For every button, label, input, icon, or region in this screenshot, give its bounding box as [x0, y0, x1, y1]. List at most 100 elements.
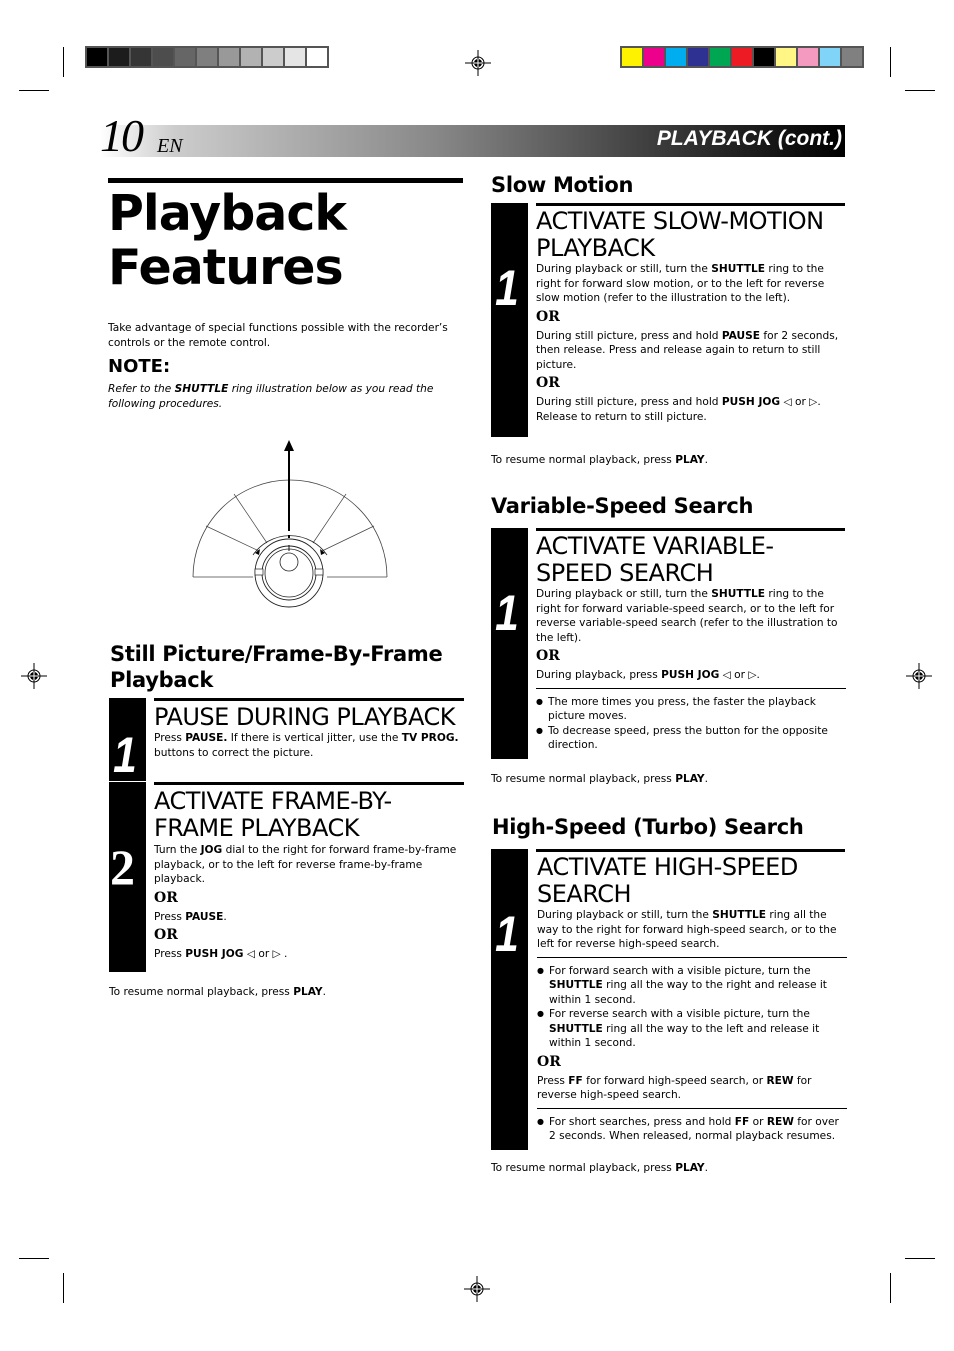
or-label: OR — [536, 375, 560, 391]
button-name: SHUTTLE — [549, 1022, 603, 1035]
center-marker — [288, 535, 290, 538]
color-swatch — [622, 48, 642, 66]
page-title: Playback Features — [108, 185, 347, 295]
button-name: FF — [734, 1115, 750, 1128]
text-part: To resume normal playback, press — [491, 454, 676, 466]
text-part: During playback or still, turn the — [536, 263, 712, 275]
jog-dial-knob — [279, 552, 299, 572]
shuttle-ring-illustration — [192, 440, 388, 608]
step-text: During playback or still, turn the SHUTT… — [537, 908, 847, 952]
step-text: Press PAUSE. — [154, 910, 466, 925]
text-part: Press — [537, 1074, 569, 1087]
step-title: ACTIVATE FRAME-BY-FRAME PLAYBACK — [154, 787, 392, 842]
step-number-badge: 2 — [109, 782, 146, 972]
step-text: Press PAUSE. If there is vertical jitter… — [154, 731, 466, 760]
or-label: OR — [537, 1053, 561, 1070]
text-part: During still picture, press and hold — [536, 329, 722, 342]
crop-mark — [63, 47, 64, 77]
text-part: During still picture, press and hold — [536, 396, 722, 408]
text-part: For reverse search with a visible pictur… — [549, 1008, 810, 1020]
tips-list: For forward search with a visible pictur… — [537, 964, 847, 1051]
intro-text: Take advantage of special functions poss… — [108, 322, 448, 349]
color-swatch — [798, 48, 818, 66]
color-swatch — [644, 48, 664, 66]
step-number-badge: 1 — [491, 849, 528, 1150]
text-part: . — [704, 773, 708, 785]
step-number-badge: 1 — [491, 528, 528, 759]
color-swatch — [732, 48, 752, 66]
tip-item: For forward search with a visible pictur… — [537, 964, 847, 1008]
color-swatch — [688, 48, 708, 66]
page-title-line1: Playback — [108, 185, 347, 242]
or-label: OR — [154, 889, 178, 906]
color-swatch — [307, 48, 327, 66]
color-swatch — [175, 48, 195, 66]
text-part: Turn the — [154, 844, 201, 856]
variable-speed-content: ACTIVATE VARIABLE-SPEED SEARCH During pl… — [536, 533, 846, 753]
tips-list: For short searches, press and hold FF or… — [537, 1115, 847, 1144]
section-title: PLAYBACK (cont.) — [656, 127, 842, 150]
button-name: PLAY — [293, 986, 323, 998]
color-swatch — [87, 48, 107, 66]
language-label: EN — [157, 135, 183, 157]
tip-item: The more times you press, the faster the… — [536, 695, 846, 724]
resume-note: To resume normal playback, press PLAY. — [109, 985, 326, 1000]
note-heading: NOTE: — [108, 356, 171, 377]
slow-motion-content: ACTIVATE SLOW-MOTION PLAYBACK During pla… — [536, 208, 846, 424]
step-number: 2 — [110, 839, 135, 895]
color-swatch — [219, 48, 239, 66]
slow-motion-heading: Slow Motion — [491, 173, 634, 197]
button-name: PLAY — [675, 1162, 705, 1174]
page-number: 10 — [100, 110, 144, 161]
divider — [536, 687, 846, 689]
step-number-badge: 1 — [109, 698, 146, 781]
text-part: ◁ or ▷ . — [243, 948, 288, 960]
step-number: 1 — [495, 585, 519, 641]
or-label: OR — [536, 648, 560, 664]
color-swatch — [710, 48, 730, 66]
step-title: ACTIVATE HIGH-SPEED SEARCH — [537, 853, 798, 908]
color-swatch — [285, 48, 305, 66]
step-rule — [536, 528, 845, 531]
step-number: 1 — [495, 906, 519, 962]
text-part: . — [322, 986, 326, 998]
button-name: FF — [568, 1074, 583, 1087]
speed-line — [312, 493, 347, 544]
crop-mark — [890, 47, 891, 77]
step-text: Press FF for forward high-speed search, … — [537, 1074, 847, 1103]
step-text: During playback or still, turn the SHUTT… — [536, 587, 846, 645]
tip-item: For reverse search with a visible pictur… — [537, 1007, 847, 1051]
text-part: Press — [154, 948, 186, 960]
button-name: SHUTTLE — [712, 909, 767, 921]
divider — [537, 956, 847, 958]
speed-line — [205, 525, 260, 552]
speed-line — [321, 525, 375, 552]
step-text: During still picture, press and hold PAU… — [536, 329, 846, 373]
color-swatch — [842, 48, 862, 66]
color-swatch — [776, 48, 796, 66]
crop-mark — [19, 1258, 49, 1259]
button-name: PUSH JOG — [661, 669, 720, 681]
button-name: PUSH JOG — [721, 396, 781, 408]
button-name: JOG — [200, 844, 223, 856]
text-part: . — [223, 910, 227, 923]
step-rule — [154, 698, 464, 701]
step-rule — [536, 203, 845, 206]
note-text-bold: SHUTTLE — [174, 383, 229, 395]
turbo-search-content: ACTIVATE HIGH-SPEED SEARCH During playba… — [537, 854, 847, 1144]
registration-mark-icon — [465, 50, 491, 76]
text-part: Press — [154, 732, 186, 744]
registration-mark-icon — [906, 663, 932, 689]
color-swatch — [241, 48, 261, 66]
color-calibration-bar — [620, 46, 864, 68]
color-swatch — [153, 48, 173, 66]
ring-tab-left — [254, 568, 264, 576]
step-title: PAUSE DURING PLAYBACK — [154, 703, 456, 731]
step2-content: ACTIVATE FRAME-BY-FRAME PLAYBACK Turn th… — [154, 788, 466, 962]
note-text: Refer to the SHUTTLE ring illustration b… — [108, 382, 458, 411]
turbo-search-heading: High-Speed (Turbo) Search — [492, 815, 804, 839]
resume-note: To resume normal playback, press PLAY. — [491, 453, 708, 468]
text-part: ◁ or ▷. — [719, 669, 760, 681]
text-part: During playback or still, turn the — [536, 588, 712, 600]
text-part: or — [749, 1115, 767, 1128]
